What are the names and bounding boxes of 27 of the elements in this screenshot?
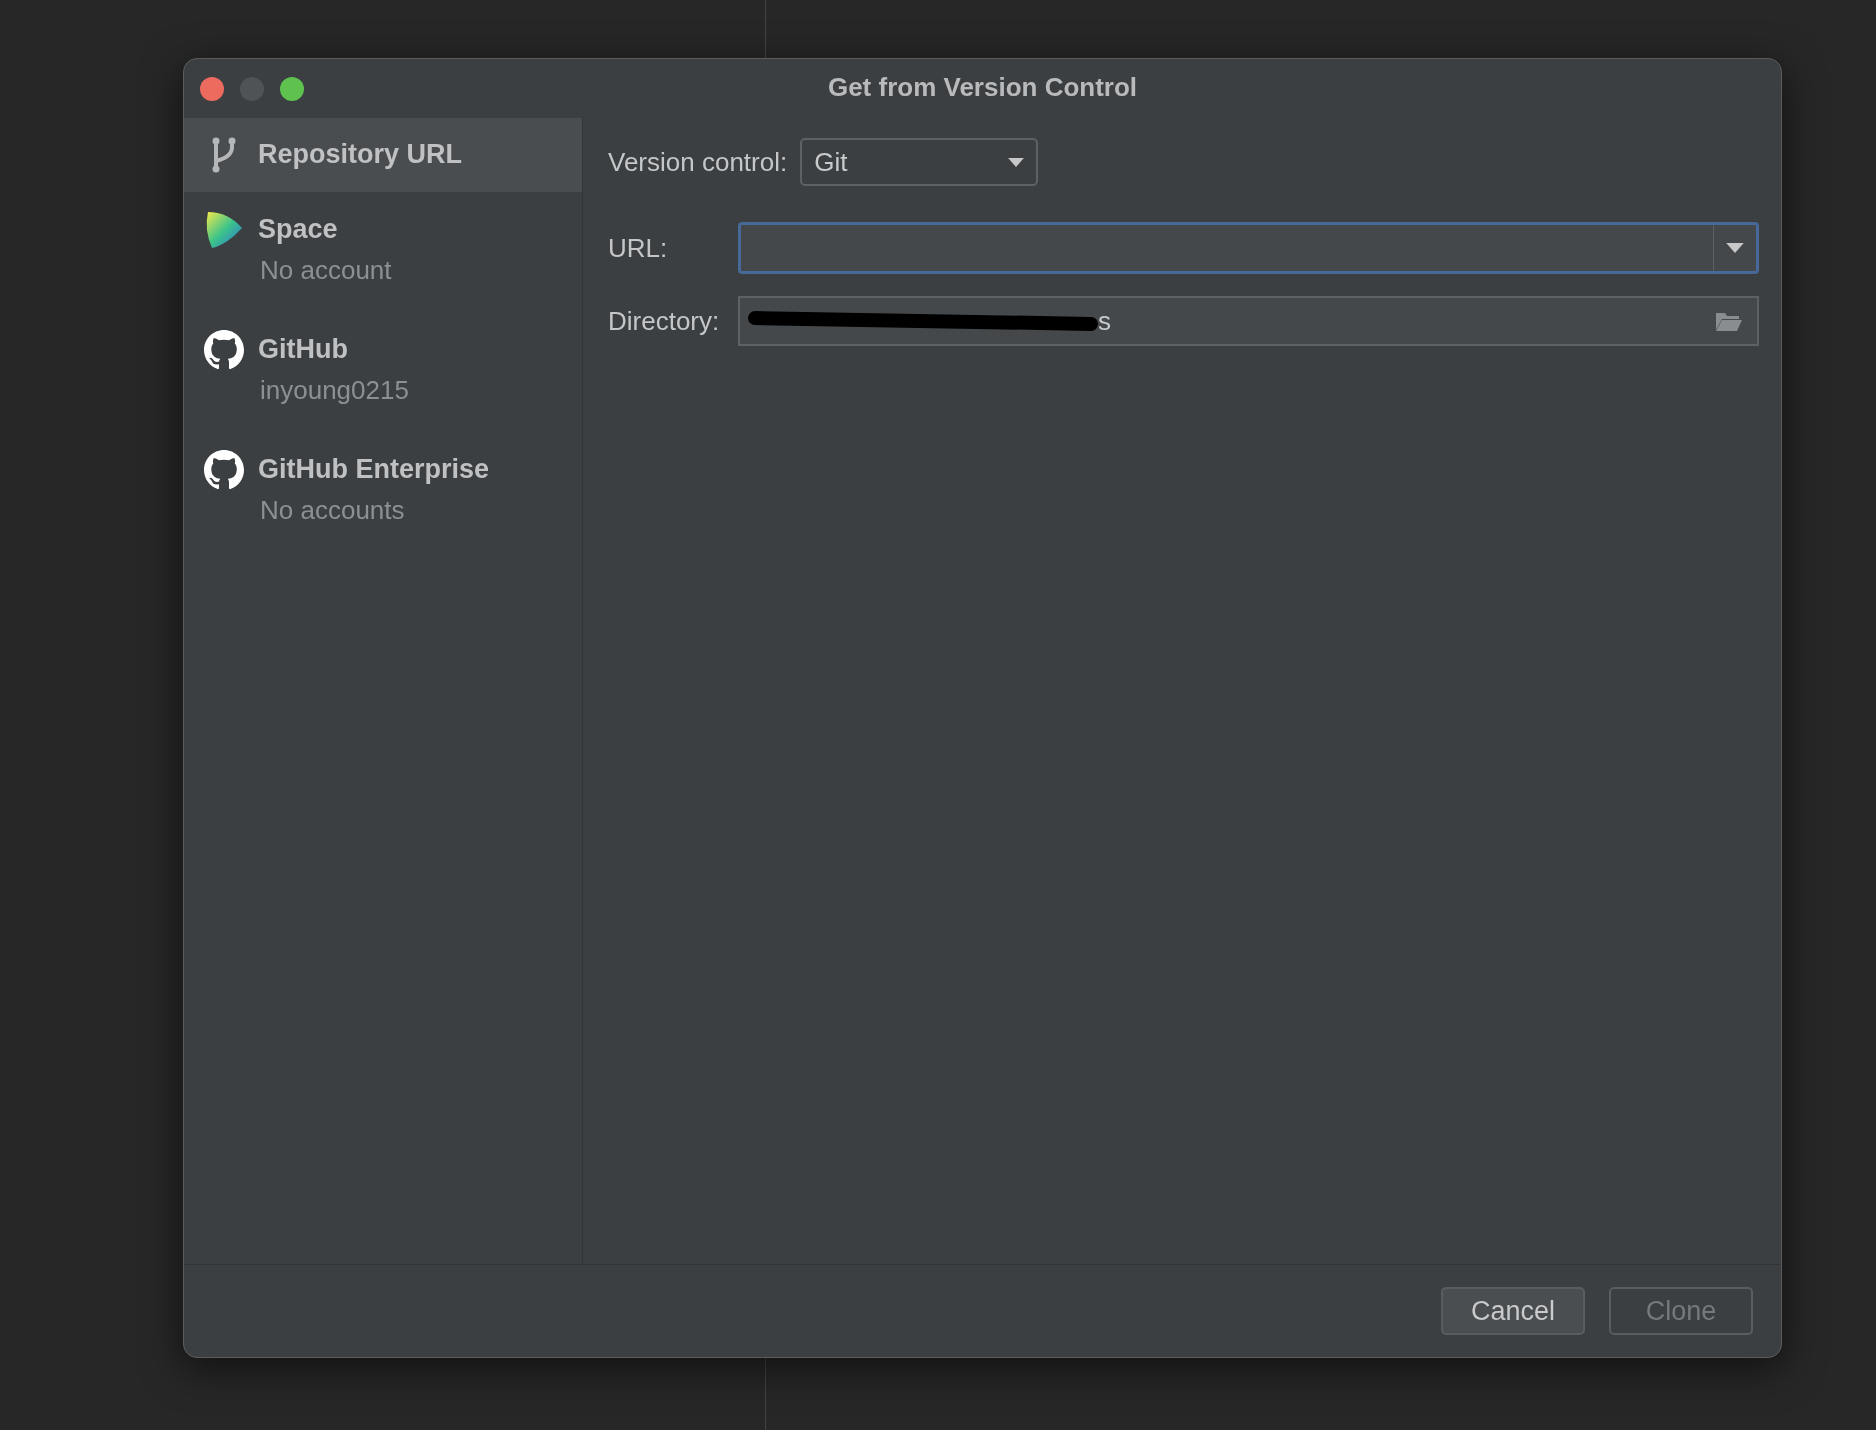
field-label: Version control: [608,146,788,178]
cancel-button[interactable]: Cancel [1441,1287,1585,1335]
url-field[interactable] [738,222,1759,274]
octocat-icon [204,450,244,490]
item-subtitle: No account [259,255,392,286]
item-subtitle: inyoung0215 [259,375,409,406]
folder-icon[interactable] [1715,310,1743,332]
item-title: Repository URL [258,139,463,170]
octocat-icon [204,330,244,370]
sidebar-item[interactable]: Space No account [184,192,582,312]
caret-icon[interactable] [1726,243,1744,253]
item-title: Space [258,214,339,245]
field-label: Directory: [608,305,721,337]
item-subtitle: No accounts [259,495,406,526]
item-title: GitHub Enterprise [258,454,490,485]
field-label: URL: [608,232,669,264]
window-title: Get from Version Control [827,72,1138,103]
version-control-dropdown[interactable]: Git [800,138,1039,186]
close-button[interactable] [200,77,224,101]
triangle-logo-icon [204,210,244,250]
caret-icon [1008,157,1025,167]
directory-field[interactable]: s [738,296,1759,346]
sidebar-item[interactable]: GitHub Enterprise No accounts [184,432,582,552]
sidebar-item[interactable]: GitHub inyoung0215 [184,312,582,432]
item-title: GitHub [258,334,349,365]
zoom-button[interactable] [280,77,304,101]
sidebar-item[interactable]: Repository URL [184,118,582,192]
